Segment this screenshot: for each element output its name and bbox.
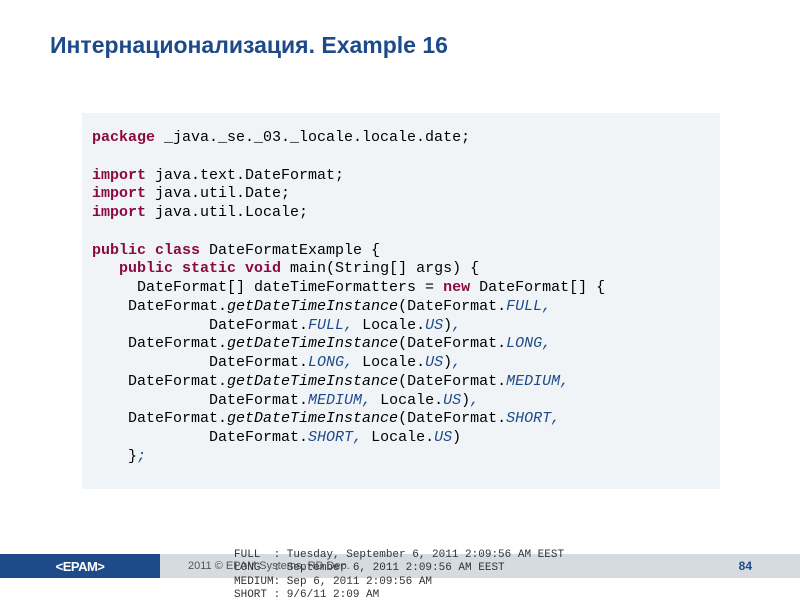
df-prefix: DateFormat. — [92, 335, 227, 352]
open-df: (DateFormat. — [398, 373, 506, 390]
close: ) — [461, 392, 470, 409]
const-medium: MEDIUM — [308, 392, 362, 409]
slide-title: Интернационализация. Example 16 — [0, 0, 800, 59]
open-df: (DateFormat. — [398, 335, 506, 352]
main-sig: main(String[] args) { — [281, 260, 479, 277]
pkg-path: _java._se._03._locale.locale.date; — [155, 129, 470, 146]
code-block: package _java._se._03._locale.locale.dat… — [82, 113, 720, 489]
const-us: US — [443, 392, 461, 409]
const-short: SHORT — [308, 429, 353, 446]
arr-decl-1: DateFormat[] dateTimeFormatters = — [92, 279, 443, 296]
method-gdti: getDateTimeInstance — [227, 410, 398, 427]
comma: , — [344, 354, 353, 371]
df-prefix2: DateFormat. — [92, 354, 308, 371]
const-long: LONG — [506, 335, 542, 352]
const-long: LONG — [308, 354, 344, 371]
const-medium: MEDIUM — [506, 373, 560, 390]
comma: , — [362, 392, 371, 409]
mid-locale: Locale. — [362, 429, 434, 446]
import-3: java.util.Locale; — [146, 204, 308, 221]
footer-logo: <EPAM> — [0, 554, 160, 578]
df-prefix: DateFormat. — [92, 298, 227, 315]
close: ) — [443, 354, 452, 371]
kw-import: import — [92, 204, 146, 221]
comma: , — [344, 317, 353, 334]
overflow-output-text: FULL : Tuesday, September 6, 2011 2:09:5… — [234, 549, 564, 602]
open-df: (DateFormat. — [398, 410, 506, 427]
const-full: FULL — [506, 298, 542, 315]
const-full: FULL — [308, 317, 344, 334]
const-short: SHORT — [506, 410, 551, 427]
close: ) — [443, 317, 452, 334]
kw-new: new — [443, 279, 470, 296]
comma: , — [470, 392, 479, 409]
df-prefix: DateFormat. — [92, 373, 227, 390]
comma: , — [560, 373, 569, 390]
const-us: US — [425, 317, 443, 334]
method-gdti: getDateTimeInstance — [227, 335, 398, 352]
comma: , — [542, 335, 551, 352]
mid-locale: Locale. — [353, 317, 425, 334]
df-prefix2: DateFormat. — [92, 317, 308, 334]
mid-locale: Locale. — [353, 354, 425, 371]
comma: , — [452, 317, 461, 334]
method-gdti: getDateTimeInstance — [227, 298, 398, 315]
semi: ; — [137, 448, 146, 465]
df-prefix2: DateFormat. — [92, 392, 308, 409]
const-us: US — [434, 429, 452, 446]
comma: , — [542, 298, 551, 315]
kw-psv: public static void — [119, 260, 281, 277]
df-prefix2: DateFormat. — [92, 429, 308, 446]
end-brace: } — [92, 448, 137, 465]
class-decl: DateFormatExample { — [200, 242, 380, 259]
import-2: java.util.Date; — [146, 185, 290, 202]
footer-page-number: 84 — [680, 554, 800, 578]
kw-package: package — [92, 129, 155, 146]
comma: , — [452, 354, 461, 371]
close: ) — [452, 429, 461, 446]
comma: , — [353, 429, 362, 446]
comma: , — [551, 410, 560, 427]
open-df: (DateFormat. — [398, 298, 506, 315]
mid-locale: Locale. — [371, 392, 443, 409]
kw-public-class: public class — [92, 242, 200, 259]
arr-decl-2: DateFormat[] { — [470, 279, 605, 296]
kw-import: import — [92, 167, 146, 184]
df-prefix: DateFormat. — [92, 410, 227, 427]
kw-import: import — [92, 185, 146, 202]
const-us: US — [425, 354, 443, 371]
import-1: java.text.DateFormat; — [146, 167, 344, 184]
method-gdti: getDateTimeInstance — [227, 373, 398, 390]
